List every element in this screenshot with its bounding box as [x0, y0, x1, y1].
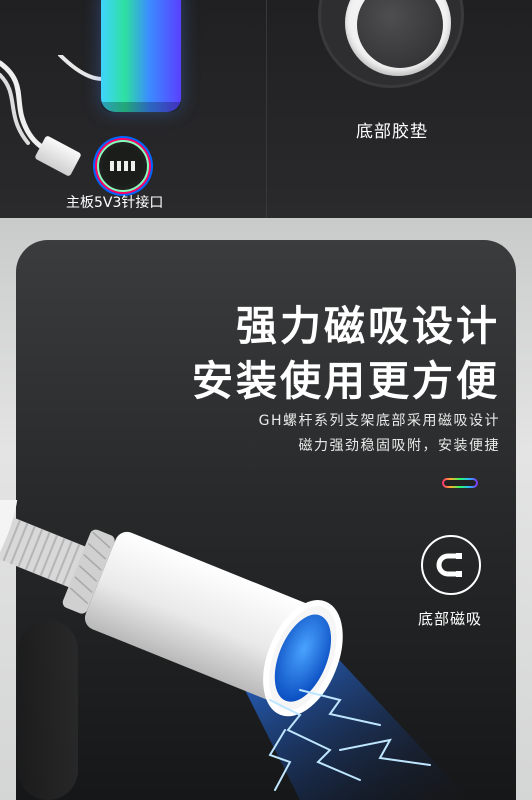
feature-desc-line1: GH螺杆系列支架底部采用磁吸设计: [258, 413, 500, 429]
top-product-band: 主板5V3针接口 底部胶垫: [0, 0, 532, 218]
pin-header-icon: [110, 161, 136, 171]
motherboard-header-icon: [97, 140, 149, 192]
rgb-accent-pill: [442, 478, 478, 488]
motherboard-caption: 主板5V3针接口: [66, 195, 164, 211]
rgb-light-tube: [101, 0, 181, 112]
feature-title-line1: 强力磁吸设计: [236, 302, 500, 350]
divider: [266, 0, 267, 218]
feature-desc-line2: 磁力强劲稳固吸附，安装便捷: [298, 438, 500, 454]
feature-title-line2: 安装使用更方便: [192, 357, 500, 405]
rubber-pad-caption: 底部胶垫: [356, 122, 428, 142]
magnetic-base-product-image: [0, 500, 470, 800]
